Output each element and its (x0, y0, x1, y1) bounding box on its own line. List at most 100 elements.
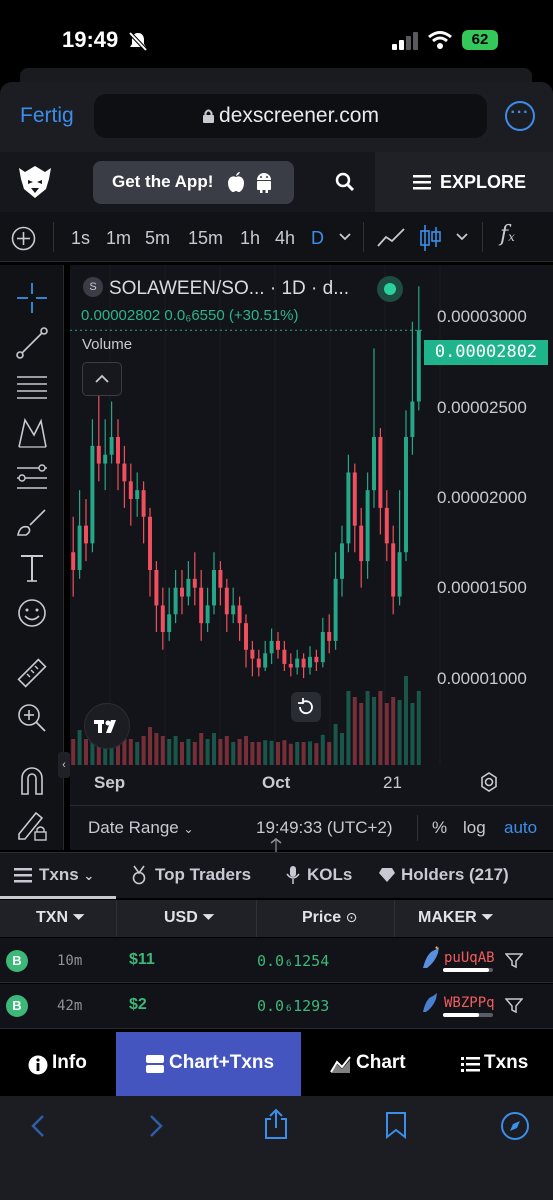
timeframe-15m[interactable]: 15m (188, 228, 223, 249)
timeframe-1h[interactable]: 1h (240, 228, 260, 249)
nav-info[interactable]: Info (52, 1052, 87, 1074)
trend-line-icon[interactable] (14, 325, 50, 361)
candle-body (352, 472, 357, 526)
txn-usd: $2 (129, 996, 147, 1013)
magnet-icon[interactable] (14, 762, 50, 798)
candle-body (199, 587, 204, 624)
more-options-button[interactable]: ··· (505, 101, 535, 131)
bookmarks-icon[interactable] (384, 1110, 408, 1140)
active-tab-indicator (0, 896, 116, 899)
auto-scale-button[interactable]: auto (504, 818, 537, 838)
timeframe-1s[interactable]: 1s (71, 228, 90, 249)
timeframe-1m[interactable]: 1m (106, 228, 131, 249)
brush-icon[interactable] (14, 505, 50, 541)
search-icon[interactable] (334, 171, 356, 193)
nav-chart[interactable]: Chart (356, 1052, 406, 1074)
hamburger-menu-icon (413, 175, 431, 190)
candle-body (288, 663, 293, 668)
dexscreener-logo-icon[interactable] (16, 163, 54, 201)
volume-label: Volume (82, 336, 133, 353)
tab-top-traders[interactable]: Top Traders (155, 865, 251, 885)
done-button[interactable]: Fertig (20, 104, 74, 128)
info-icon (28, 1055, 48, 1075)
txns-list-icon (461, 1057, 480, 1072)
settings-gear-icon[interactable] (478, 771, 500, 793)
reset-chart-button[interactable] (291, 692, 321, 722)
volume-bar (301, 742, 306, 765)
back-arrow-icon[interactable] (28, 1113, 48, 1139)
volume-bar (397, 700, 402, 765)
volume-bar (167, 739, 172, 765)
y-tick: 0.00002500 (437, 398, 527, 417)
indicators-fx-icon[interactable]: fx (500, 222, 515, 247)
timeframe-4h[interactable]: 4h (275, 228, 295, 249)
ruler-icon[interactable] (14, 655, 50, 691)
collapse-legend-button[interactable] (82, 362, 122, 396)
candle-body (250, 649, 255, 659)
candle-body (282, 649, 287, 664)
lock-drawings-icon[interactable] (14, 807, 50, 843)
pattern-tool-icon[interactable] (14, 415, 50, 451)
maker-address[interactable]: puUqAB (444, 950, 495, 966)
volume-bar (282, 740, 287, 765)
add-indicator-icon[interactable] (11, 226, 36, 251)
date-range-button[interactable]: Date Range ⌄ (88, 818, 194, 838)
timeframe-5m[interactable]: 5m (145, 228, 170, 249)
tab-kols[interactable]: KOLs (307, 865, 352, 885)
candle-body (218, 569, 223, 588)
volume-bar (263, 740, 268, 765)
candle-body (256, 658, 261, 668)
txn-price: 0.0₆1293 (257, 997, 330, 1015)
horizontal-lines-icon[interactable] (14, 370, 50, 406)
compass-icon[interactable] (500, 1111, 530, 1141)
volume-bar (410, 703, 415, 765)
forward-arrow-icon[interactable] (146, 1113, 166, 1139)
chevron-down-icon[interactable] (338, 232, 352, 242)
collapse-toolbar-button[interactable]: ‹ (58, 752, 70, 778)
candle-body (295, 658, 300, 668)
volume-bar (154, 733, 159, 765)
candle-body (141, 490, 146, 517)
candle-body (410, 401, 415, 437)
candle-body (327, 632, 332, 641)
chevron-down-icon[interactable] (455, 232, 469, 242)
emoji-icon[interactable] (14, 595, 50, 631)
column-header-usd[interactable]: USD ⏷ (164, 909, 215, 927)
candle-body (84, 525, 88, 544)
volume-bar (295, 742, 300, 765)
tradingview-logo-icon[interactable] (84, 703, 130, 749)
current-price-badge: 0.00002802 (424, 340, 548, 365)
volume-bar (237, 739, 242, 765)
nav-txns[interactable]: Txns (484, 1052, 528, 1074)
candle-body (71, 552, 76, 570)
timeframe-d[interactable]: D (311, 228, 324, 249)
share-icon[interactable] (263, 1108, 289, 1140)
percent-scale-button[interactable]: % (432, 818, 447, 838)
line-chart-icon[interactable] (376, 226, 406, 250)
candles-chart-icon[interactable] (419, 223, 443, 253)
candle-body (237, 605, 242, 624)
volume-bar (141, 736, 146, 765)
zoom-in-icon[interactable] (14, 700, 50, 736)
text-tool-icon[interactable] (14, 550, 50, 586)
medal-icon (132, 865, 146, 885)
volume-bar (378, 691, 383, 765)
filter-icon[interactable] (505, 952, 523, 969)
candle-body (378, 436, 383, 508)
volume-bar (359, 703, 364, 765)
nav-chart-txns[interactable]: Chart+Txns (169, 1052, 274, 1074)
candle-body (154, 569, 159, 606)
crosshair-icon[interactable] (14, 280, 50, 316)
column-header-price[interactable]: Price ⊙ (302, 909, 357, 927)
forecast-tool-icon[interactable] (14, 460, 50, 496)
maker-address[interactable]: WBZPPq (444, 995, 495, 1011)
filter-icon[interactable] (505, 997, 523, 1014)
log-scale-button[interactable]: log (463, 818, 486, 838)
reset-icon (298, 698, 313, 715)
column-header-maker[interactable]: MAKER ⏷ (418, 909, 494, 927)
url-field[interactable]: dexscreener.com (94, 94, 487, 138)
tab-holders[interactable]: Holders (217) (401, 865, 509, 885)
market-status-indicator (377, 276, 403, 302)
column-header-txn[interactable]: TXN ⏷ (36, 909, 85, 927)
tab-txns[interactable]: Txns ⌄ (39, 865, 94, 885)
